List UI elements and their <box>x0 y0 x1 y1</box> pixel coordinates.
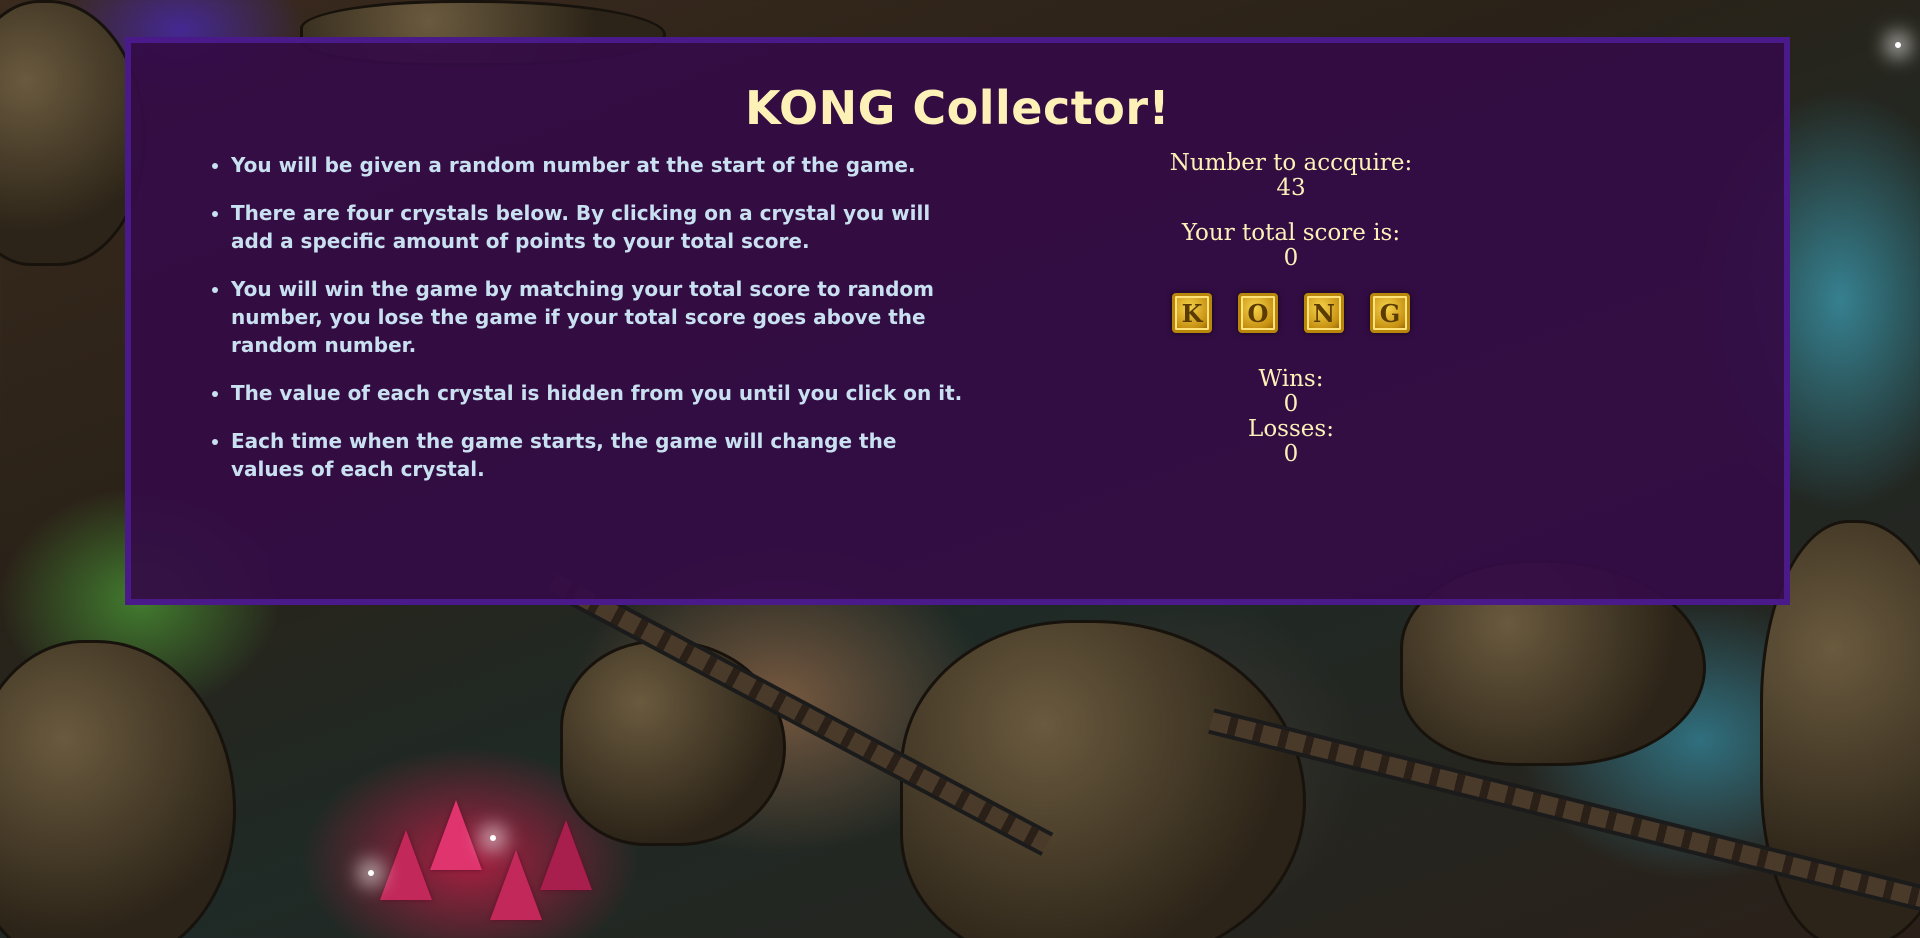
stats-panel: Number to accquire: 43 Your total score … <box>1131 151 1451 467</box>
crystal-o-icon: O <box>1247 298 1269 328</box>
total-score-value: 0 <box>1283 245 1299 271</box>
wins-value: 0 <box>1283 391 1299 417</box>
game-title: KONG Collector! <box>744 81 1171 135</box>
instruction-item: You will win the game by matching your t… <box>231 275 971 359</box>
wins-label: Wins: <box>1258 366 1324 392</box>
crystal-o-button[interactable]: O <box>1238 293 1278 333</box>
crystal-n-icon: N <box>1313 298 1335 328</box>
instructions-list: You will be given a random number at the… <box>201 151 971 503</box>
instruction-item: There are four crystals below. By clicki… <box>231 199 971 255</box>
crystal-n-button[interactable]: N <box>1304 293 1344 333</box>
crystal-g-button[interactable]: G <box>1370 293 1410 333</box>
instruction-item: The value of each crystal is hidden from… <box>231 379 971 407</box>
crystal-g-icon: G <box>1379 298 1401 328</box>
crystal-row: K O N G <box>1131 293 1451 333</box>
crystal-k-icon: K <box>1181 298 1203 328</box>
target-number-value: 43 <box>1276 175 1306 201</box>
losses-label: Losses: <box>1248 416 1334 442</box>
instruction-item: You will be given a random number at the… <box>231 151 971 179</box>
crystal-k-button[interactable]: K <box>1172 293 1212 333</box>
instruction-item: Each time when the game starts, the game… <box>231 427 971 483</box>
target-number-label: Number to accquire: <box>1169 150 1413 176</box>
total-score-label: Your total score is: <box>1181 220 1401 246</box>
game-panel: KONG Collector! You will be given a rand… <box>125 37 1790 605</box>
losses-value: 0 <box>1283 441 1299 467</box>
